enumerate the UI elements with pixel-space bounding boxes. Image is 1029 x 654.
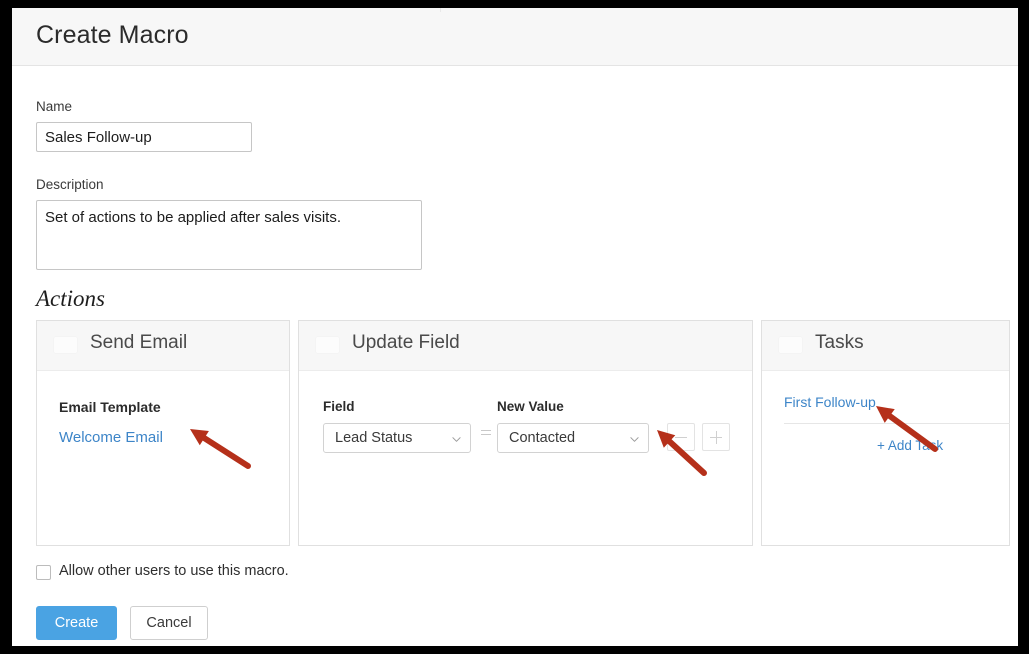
actions-heading: Actions (36, 286, 105, 312)
allow-other-users-label: Allow other users to use this macro. (59, 563, 289, 579)
task-link-first-follow-up[interactable]: First Follow-up (784, 394, 876, 410)
field-select[interactable]: Lead Status (323, 423, 471, 453)
welcome-email-link[interactable]: Welcome Email (59, 429, 163, 446)
macro-dialog: Create Macro Name Description Actions Se… (12, 8, 1018, 646)
create-button[interactable]: Create (36, 606, 117, 640)
card-body-tasks: First Follow-up + Add Task (762, 371, 1009, 545)
card-header-send-email: Send Email (37, 321, 289, 371)
new-value-column-label: New Value (497, 399, 564, 414)
dialog-header: Create Macro (12, 8, 1018, 66)
screenshot-frame: Create Macro Name Description Actions Se… (0, 0, 1029, 654)
description-label: Description (36, 177, 104, 192)
remove-row-button[interactable] (667, 423, 695, 451)
action-card-tasks: Tasks First Follow-up + Add Task (761, 320, 1010, 546)
equals-operator-icon (481, 429, 491, 437)
new-value-select[interactable]: Contacted (497, 423, 649, 453)
new-value-select-value: Contacted (509, 430, 575, 446)
tasks-divider (784, 423, 1010, 424)
header-seam (440, 8, 441, 12)
card-title-tasks: Tasks (815, 332, 864, 354)
dialog-body: Name Description Actions Send Email Emai… (12, 66, 1018, 646)
chevron-down-icon (452, 435, 461, 444)
add-task-link[interactable]: + Add Task (877, 438, 943, 453)
card-title-send-email: Send Email (90, 332, 187, 354)
card-header-update-field: Update Field (299, 321, 752, 371)
page-title: Create Macro (36, 21, 189, 50)
card-title-update-field: Update Field (352, 332, 460, 354)
action-card-send-email: Send Email Email Template Welcome Email (36, 320, 290, 546)
macro-description-input[interactable] (36, 200, 422, 270)
card-body-send-email: Email Template Welcome Email (37, 371, 289, 545)
add-row-button[interactable] (702, 423, 730, 451)
minus-icon (675, 437, 687, 438)
allow-other-users-checkbox[interactable] (36, 565, 51, 580)
name-label: Name (36, 99, 72, 114)
field-column-label: Field (323, 399, 355, 414)
checkbox-icon[interactable] (778, 336, 803, 354)
checkbox-icon[interactable] (53, 336, 78, 354)
action-card-update-field: Update Field Field New Value Lead Status (298, 320, 753, 546)
field-select-value: Lead Status (335, 430, 412, 446)
email-template-label: Email Template (59, 399, 161, 415)
cancel-button[interactable]: Cancel (130, 606, 208, 640)
card-header-tasks: Tasks (762, 321, 1009, 371)
card-body-update-field: Field New Value Lead Status Contacted (299, 371, 752, 545)
macro-name-input[interactable] (36, 122, 252, 152)
chevron-down-icon (630, 435, 639, 444)
checkbox-icon[interactable] (315, 336, 340, 354)
